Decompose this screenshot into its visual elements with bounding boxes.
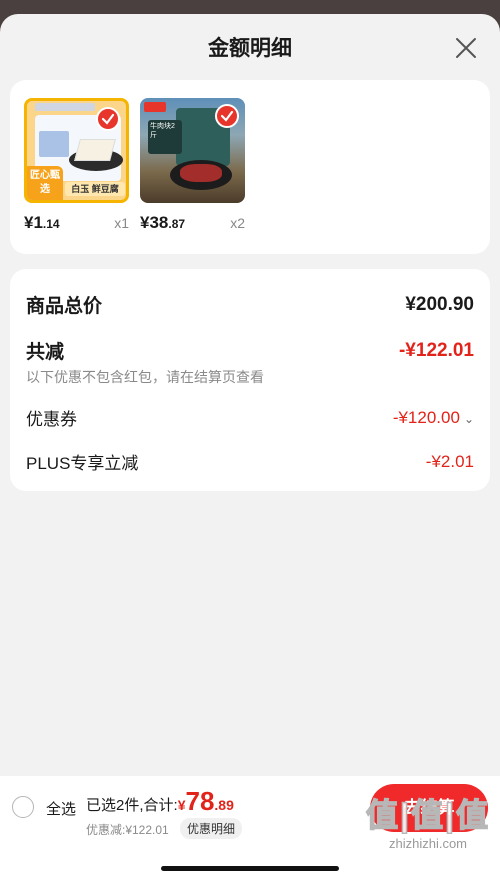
product-list-card: 匠心甄选 白玉 鲜豆腐 ¥1.14 x1 牛肉块2斤 ¥38.87 x2 [10,80,490,254]
goods-total-row: 商品总价 ¥200.90 [26,291,474,318]
goods-total-label: 商品总价 [26,296,103,317]
reduce-note: 以下优惠不包含红包，请在结算页查看 [26,369,264,385]
amount-detail-sheet: 金额明细 匠心甄选 白玉 鲜豆腐 ¥1.14 x1 牛肉块2斤 ¥38.87 x… [0,14,500,881]
total-amount: 已选2件,合计: ¥ 78 .89 [86,786,234,817]
reduce-value: -¥122.01 [398,339,474,361]
tofu-thumbnail: 匠心甄选 白玉 鲜豆腐 [24,98,129,203]
chevron-down-icon[interactable]: ⌄ [464,412,474,426]
product-price: ¥38.87 [140,213,186,232]
reduce-row: 共减 -¥122.01 [26,337,474,364]
beef-thumbnail: 牛肉块2斤 [140,98,245,203]
checkmark-icon [215,104,239,128]
selected-count-text: 已选2件,合计: [86,797,178,814]
product-name: 牛肉块2斤 [148,120,182,154]
select-all-label[interactable]: 全选 [46,798,76,819]
plus-label: PLUS专享立减 [26,454,139,473]
goods-total-value: ¥200.90 [405,293,474,315]
watermark: 值|值|值 zhizhizhi.com [364,790,492,851]
watermark-url: zhizhizhi.com [388,836,468,851]
plus-value: -¥2.01 [425,451,474,471]
sheet-title: 金额明细 [208,37,292,60]
total-amount-dec: .89 [214,797,234,813]
product-price: ¥1.14 [24,213,60,232]
product-name: 白玉 鲜豆腐 [65,182,125,196]
product-badge: 匠心甄选 [27,166,63,200]
price-summary-card: 商品总价 ¥200.90 共减 -¥122.01 以下优惠不包含红包，请在结算页… [10,269,490,491]
coupon-row[interactable]: 优惠券 -¥120.00 ⌄ [26,405,474,430]
select-all-radio[interactable] [12,796,34,818]
coupon-value: -¥120.00 [392,407,460,427]
currency-symbol: ¥ [177,797,186,813]
reduce-label: 共减 [26,342,65,363]
checkmark-icon [96,107,120,131]
plus-row: PLUS专享立减 -¥2.01 [26,449,474,474]
discount-text: 优惠减:¥122.01 [86,823,169,837]
watermark-logo: 值|值|值 [365,796,490,834]
product-qty: x2 [230,215,245,231]
close-icon[interactable] [452,34,480,62]
product-qty: x1 [114,215,129,231]
product-item[interactable]: 匠心甄选 白玉 鲜豆腐 ¥1.14 x1 [24,98,134,233]
discount-detail-button[interactable]: 优惠明细 [180,818,243,839]
product-item[interactable]: 牛肉块2斤 ¥38.87 x2 [140,98,250,233]
coupon-label: 优惠券 [26,410,77,429]
total-amount-int: 78 [185,786,215,816]
home-indicator[interactable] [161,866,339,871]
